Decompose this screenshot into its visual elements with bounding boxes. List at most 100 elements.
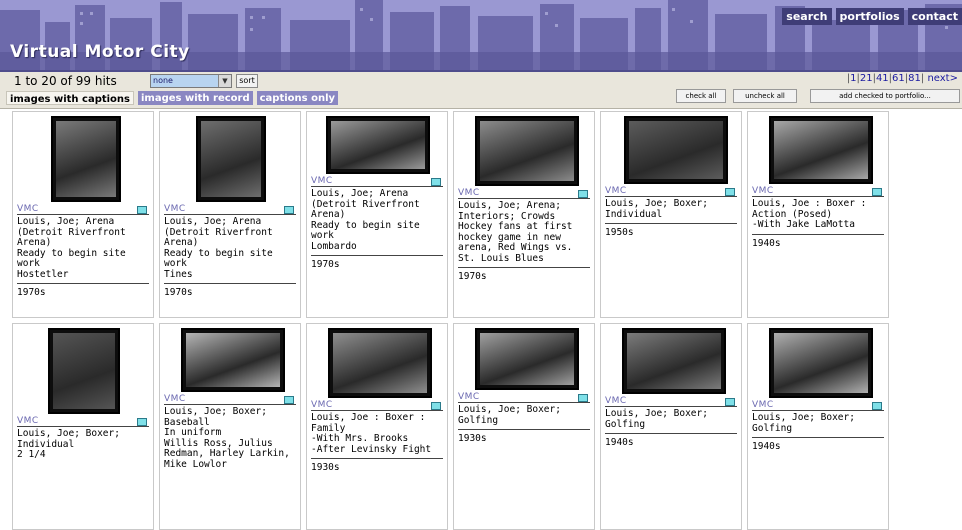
check-all-button[interactable]: check all [676,89,726,103]
select-checkbox-icon[interactable] [284,396,294,404]
source-label: VMC [605,186,627,196]
select-checkbox-icon[interactable] [872,402,882,410]
select-checkbox-icon[interactable] [578,394,588,402]
result-card: VMC Louis, Joe : Boxer : Action (Posed) -… [747,111,889,318]
caption-text: Louis, Joe : Boxer : Action (Posed) -Wit… [752,196,884,231]
caption-text: Louis, Joe; Arena; Interiors; Crowds Hoc… [458,198,590,264]
result-card: VMC Louis, Joe; Arena (Detroit Riverfront… [159,111,301,318]
source-label: VMC [605,396,627,406]
boxers-sparring-thumbnail[interactable] [769,116,873,184]
select-checkbox-icon[interactable] [137,206,147,214]
tab-captions-only[interactable]: captions only [256,91,339,105]
photo-image [480,121,574,181]
portrait-seated-thumbnail[interactable] [624,116,728,184]
hockey-crowd-thumbnail[interactable] [475,116,579,186]
chevron-down-icon[interactable]: ▼ [218,75,231,87]
result-card: VMC Louis, Joe; Boxer; Golfing 1940s [747,323,889,530]
page-link-21[interactable]: 21 [860,73,873,84]
caption-text: Louis, Joe; Boxer; Baseball In uniform W… [164,404,296,470]
decade-label: 1930s [458,429,590,444]
source-label: VMC [17,416,39,426]
caption-text: Louis, Joe; Boxer; Golfing [605,406,737,430]
result-card: VMC Louis, Joe; Boxer; Golfing 1940s [600,323,742,530]
caption-text: Louis, Joe; Arena (Detroit Riverfront Ar… [164,214,296,280]
caption-text: Louis, Joe; Boxer; Individual 2 1/4 [17,426,149,461]
photo-image [480,333,574,385]
select-checkbox-icon[interactable] [725,188,735,196]
tab-images-with-record[interactable]: images with record [138,91,253,105]
nav-contact-link[interactable]: contact [907,8,962,25]
photo-image [186,333,280,387]
results-toolbar: 1 to 20 of 99 hits none ▼ sort |1|21|41|… [0,72,962,109]
results-grid: VMC Louis, Joe; Arena (Detroit Riverfront… [12,111,890,530]
decade-label: 1970s [458,267,590,282]
golf-swing-field-thumbnail[interactable] [622,328,726,394]
sort-select[interactable]: none ▼ [150,74,232,88]
photo-image [774,333,868,393]
arena-site-signs-thumbnail[interactable] [196,116,266,202]
site-banner: Virtual Motor City search portfolios con… [0,0,962,72]
hit-count: 1 to 20 of 99 hits [14,74,117,88]
caption-text: Louis, Joe; Arena (Detroit Riverfront Ar… [311,186,443,252]
source-label: VMC [752,400,774,410]
result-card: VMC Louis, Joe; Boxer; Individual 1950s [600,111,742,318]
result-card: VMC Louis, Joe; Arena (Detroit Riverfront… [12,111,154,318]
caption-text: Louis, Joe : Boxer : Family -With Mrs. B… [311,410,443,455]
caption-text: Louis, Joe; Boxer; Individual [605,196,737,220]
tab-images-with-captions[interactable]: images with captions [6,91,134,105]
page-link-81[interactable]: 81 [908,73,921,84]
decade-label: 1940s [752,233,884,249]
decade-label: 1930s [311,458,443,473]
select-checkbox-icon[interactable] [137,418,147,426]
decade-label: 1970s [311,255,443,270]
select-checkbox-icon[interactable] [872,188,882,196]
source-label: VMC [311,400,333,410]
result-card: VMC Louis, Joe; Arena; Interiors; Crowds … [453,111,595,318]
photo-image [629,121,723,179]
photo-image [774,121,868,179]
golf-group-thumbnail[interactable] [769,328,873,398]
view-mode-tabs: images with captions images with record … [6,91,339,105]
result-card: VMC Louis, Joe; Boxer; Golfing 1930s [453,323,595,530]
decade-label: 1940s [605,433,737,448]
sort-button[interactable]: sort [236,74,258,88]
portrait-closeup-thumbnail[interactable] [48,328,120,414]
uncheck-all-button[interactable]: uncheck all [733,89,797,103]
result-card: VMC Louis, Joe : Boxer : Family -With Mrs… [306,323,448,530]
baseball-team-thumbnail[interactable] [181,328,285,392]
source-label: VMC [752,186,774,196]
nav-search-link[interactable]: search [782,8,832,25]
select-checkbox-icon[interactable] [431,178,441,186]
riverfront-skyline-thumbnail[interactable] [326,116,430,174]
page-link-41[interactable]: 41 [876,73,889,84]
source-label: VMC [311,176,333,186]
photo-image [331,121,425,169]
decade-label: 1970s [17,283,149,298]
nav-portfolios-link[interactable]: portfolios [835,8,904,25]
golf-swing-crowd-thumbnail[interactable] [475,328,579,390]
source-label: VMC [164,394,186,404]
select-checkbox-icon[interactable] [578,190,588,198]
photo-image [56,121,116,197]
page-link-61[interactable]: 61 [892,73,905,84]
window-family-thumbnail[interactable] [328,328,432,398]
add-to-portfolio-button[interactable]: add checked to portfolio... [810,89,960,103]
result-card: VMC Louis, Joe; Arena (Detroit Riverfront… [306,111,448,318]
caption-text: Louis, Joe; Boxer; Golfing [458,402,590,426]
arena-construction-aerial-thumbnail[interactable] [51,116,121,202]
next-page-link[interactable]: next> [927,73,958,84]
source-label: VMC [458,188,480,198]
caption-text: Louis, Joe; Boxer; Golfing [752,410,884,434]
decade-label: 1950s [605,223,737,238]
select-checkbox-icon[interactable] [431,402,441,410]
sort-select-value: none [153,76,173,85]
source-label: VMC [17,204,39,214]
source-label: VMC [458,392,480,402]
result-card: VMC Louis, Joe; Boxer; Individual 2 1/4 [12,323,154,530]
caption-text: Louis, Joe; Arena (Detroit Riverfront Ar… [17,214,149,280]
decade-label: 1970s [164,283,296,298]
select-checkbox-icon[interactable] [725,398,735,406]
site-title: Virtual Motor City [10,42,190,62]
source-label: VMC [164,204,186,214]
select-checkbox-icon[interactable] [284,206,294,214]
